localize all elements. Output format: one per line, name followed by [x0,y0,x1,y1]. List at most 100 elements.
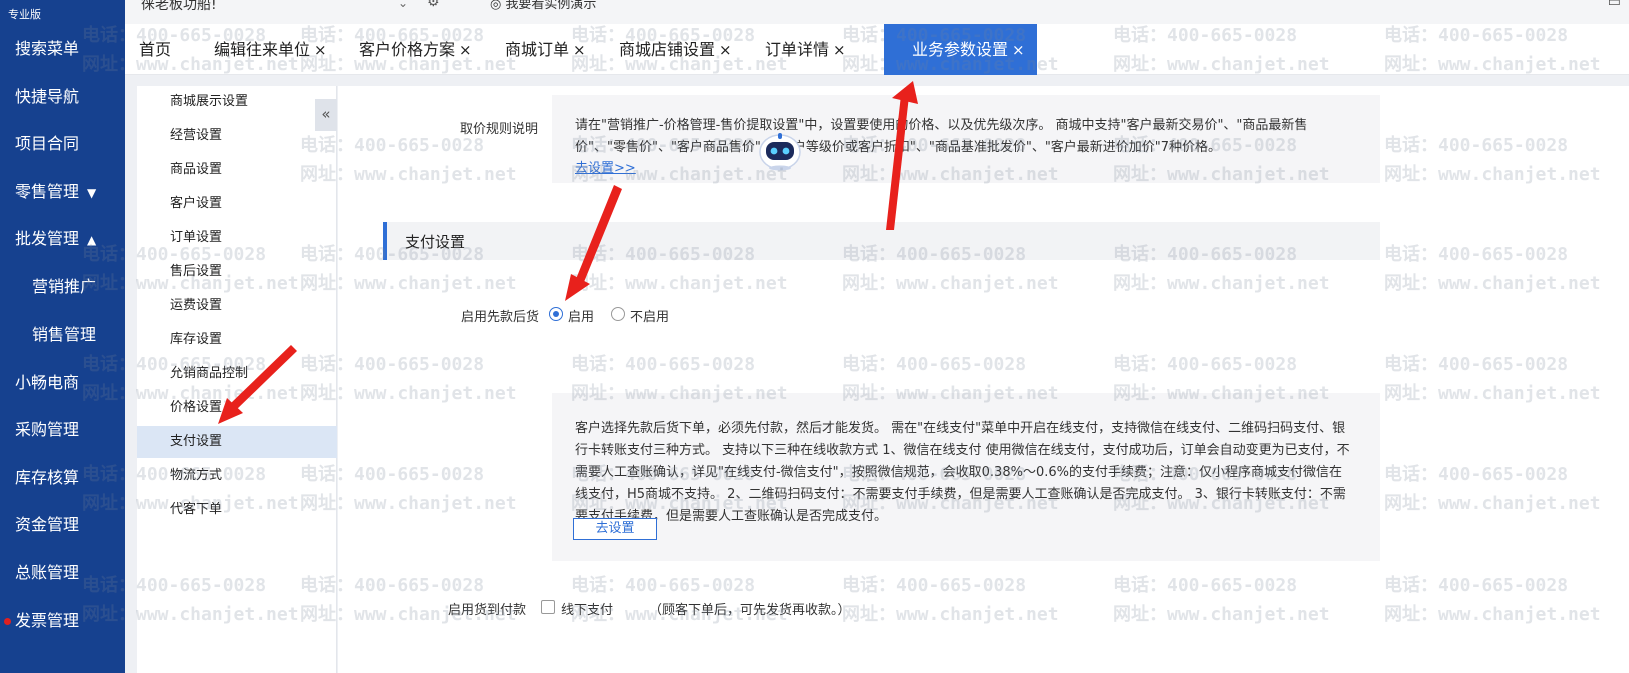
account-name[interactable]: 徕老板功船! [141,0,217,14]
cod-label: 启用货到付款 [448,603,527,618]
tab-bar: 首页 编辑往来单位 × 客户价格方案 × 商城订单 × 商城店铺设置 × 订单详情 × 业… [125,24,1629,75]
tab-business-params[interactable]: 业务参数设置 × [884,24,1037,75]
subnav-item-proxy-order[interactable]: 代客下单 [137,494,337,526]
prepay-disable-label[interactable]: 不启用 [630,306,669,325]
nav-item-label: 营销推广 [32,277,97,296]
nav-item-label: 搜索菜单 [15,39,80,58]
gear-icon[interactable]: ⚙ [427,0,440,10]
nav-item-label: 销售管理 [32,325,97,344]
nav-item-project-contract[interactable]: 项目合同 [0,124,125,164]
nav-item-invoice[interactable]: 发票管理 [0,601,125,641]
subnav-item-business[interactable]: 经营设置 [137,120,337,152]
tab-label: 商城订单 [505,40,570,59]
subnav-item-after-sales[interactable]: 售后设置 [137,256,337,288]
nav-item-quick-nav[interactable]: 快捷导航 [0,77,125,117]
close-icon[interactable]: × [1012,41,1025,59]
subnav-item-mall-display[interactable]: 商城展示设置 [137,86,337,118]
nav-item-purchase[interactable]: 采购管理 [0,410,125,450]
close-icon[interactable]: × [719,41,732,59]
subnav-item-customer[interactable]: 客户设置 [137,188,337,220]
prepay-enable-label[interactable]: 启用 [568,306,594,325]
message-icon[interactable]: ▭ [1608,0,1621,10]
subnav-item-order[interactable]: 订单设置 [137,222,337,254]
subnav-item-allowed-products[interactable]: 允销商品控制 [137,358,337,390]
tab-edit-contact[interactable]: 编辑往来单位 × [214,24,327,75]
nav-item-label: 项目合同 [15,134,80,153]
chevron-down-icon[interactable]: ⌄ [398,0,408,10]
subnav-item-label: 物流方式 [170,468,223,483]
nav-item-inventory[interactable]: 库存核算 [0,458,125,498]
close-icon[interactable]: × [314,41,327,59]
subnav-item-stock[interactable]: 库存设置 [137,324,337,356]
caret-down-icon: ▼ [87,186,97,200]
tab-mall-store-settings[interactable]: 商城店铺设置 × [619,24,732,75]
nav-item-label: 批发管理 [15,229,80,248]
close-icon[interactable]: × [833,41,846,59]
close-icon[interactable]: × [459,41,472,59]
tab-label: 编辑往来单位 [214,40,311,59]
main-sidebar: 专业版 搜索菜单 快捷导航 项目合同 零售管理 ▼ 批发管理 ▲ 营销推广 销售管理… [0,0,125,673]
offline-payment-label[interactable]: 线下支付 [561,599,613,618]
nav-item-wholesale[interactable]: 批发管理 ▲ [0,219,125,259]
offline-payment-checkbox[interactable] [541,600,555,614]
tab-label: 首页 [139,40,172,59]
price-rule-goto-link[interactable]: 去设置>> [575,158,636,180]
prepay-info-text: 客户选择先款后货下单，必须先付款，然后才能发货。 需在"在线支付"菜单中开启在线… [575,421,1350,524]
subnav-item-product[interactable]: 商品设置 [137,154,337,186]
settings-subnav: 商城展示设置 经营设置 商品设置 客户设置 订单设置 售后设置 运费设置 库存设… [137,86,337,673]
tab-order-detail[interactable]: 订单详情 × [765,24,846,75]
nav-item-search-menu[interactable]: 搜索菜单 [0,29,125,69]
subnav-item-payment[interactable]: 支付设置 [137,426,337,458]
collapse-sidebar-icon[interactable]: « [315,99,337,131]
subnav-item-label: 售后设置 [170,264,223,279]
prepay-disable-radio[interactable] [611,307,625,321]
nav-item-label: 总账管理 [15,563,80,582]
tab-label: 客户价格方案 [359,40,456,59]
goto-settings-button[interactable]: 去设置 [573,518,657,540]
subnav-item-label: 商城展示设置 [170,94,249,109]
subnav-item-label: 允销商品控制 [170,366,249,381]
nav-item-marketing[interactable]: 营销推广 [0,267,125,307]
subnav-item-label: 运费设置 [170,298,223,313]
subnav-item-price[interactable]: 价格设置 [137,392,337,424]
demo-link[interactable]: ◎ 我要看实例演示 [490,0,596,12]
nav-item-label: 小畅电商 [15,373,80,392]
subnav-item-label: 支付设置 [170,434,223,449]
robot-assistant-icon[interactable] [757,130,803,172]
nav-item-funds[interactable]: 资金管理 [0,505,125,545]
subnav-item-label: 价格设置 [170,400,223,415]
notification-dot [4,618,11,625]
top-strip: 徕老板功船! ⌄ ⚙ ◎ 我要看实例演示 ▭ [125,0,1629,24]
subnav-item-label: 经营设置 [170,128,223,143]
eye-icon: ◎ [490,0,502,12]
nav-item-label: 库存核算 [15,468,80,487]
subnav-item-label: 代客下单 [170,502,223,517]
subnav-item-freight[interactable]: 运费设置 [137,290,337,322]
subnav-item-label: 库存设置 [170,332,223,347]
nav-item-retail[interactable]: 零售管理 ▼ [0,172,125,212]
caret-up-icon: ▲ [87,233,97,247]
app-window: 专业版 搜索菜单 快捷导航 项目合同 零售管理 ▼ 批发管理 ▲ 营销推广 销售管理… [0,0,1629,673]
tab-mall-orders[interactable]: 商城订单 × [505,24,586,75]
tab-customer-price[interactable]: 客户价格方案 × [359,24,472,75]
nav-item-sales[interactable]: 销售管理 [0,315,125,355]
close-icon[interactable]: × [573,41,586,59]
price-rule-text: 请在"营销推广-价格管理-售价提取设置"中，设置要使用的价格、以及优先级次序。 … [575,118,1308,155]
nav-item-label: 快捷导航 [15,87,80,106]
tab-label: 订单详情 [765,40,830,59]
prepay-enable-radio[interactable] [549,307,563,321]
prepay-label: 启用先款后货 [461,310,540,325]
price-rule-label: 取价规则说明 [460,122,539,137]
nav-item-ledger[interactable]: 总账管理 [0,553,125,593]
nav-item-ecommerce[interactable]: 小畅电商 [0,363,125,403]
nav-item-label: 采购管理 [15,420,80,439]
section-title: 支付设置 [405,233,466,251]
cod-hint: （顾客下单后，可先发货再收款。） [649,603,851,618]
subnav-item-logistics[interactable]: 物流方式 [137,460,337,492]
tab-label: 商城店铺设置 [619,40,716,59]
nav-item-label: 零售管理 [15,182,80,201]
subnav-item-label: 客户设置 [170,196,223,211]
demo-link-label: 我要看实例演示 [505,0,597,12]
nav-item-label: 资金管理 [15,515,80,534]
tab-home[interactable]: 首页 [139,24,171,75]
